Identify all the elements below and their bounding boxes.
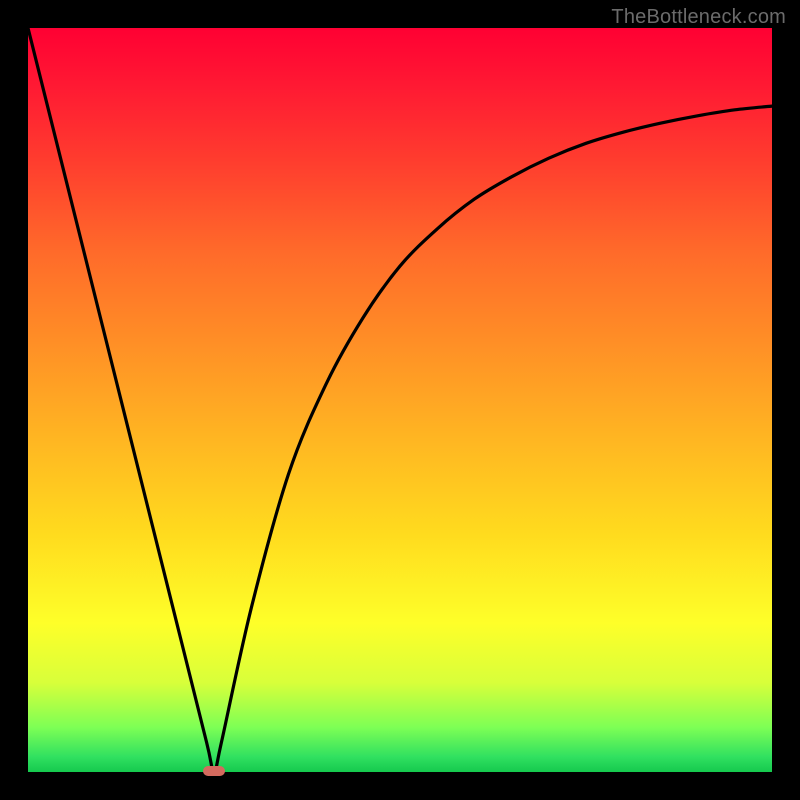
watermark-text: TheBottleneck.com bbox=[611, 6, 786, 29]
plot-area bbox=[28, 28, 772, 772]
optimal-marker bbox=[203, 766, 225, 776]
bottleneck-curve bbox=[28, 28, 772, 772]
chart-frame: TheBottleneck.com bbox=[0, 0, 800, 800]
curve-path bbox=[28, 28, 772, 772]
